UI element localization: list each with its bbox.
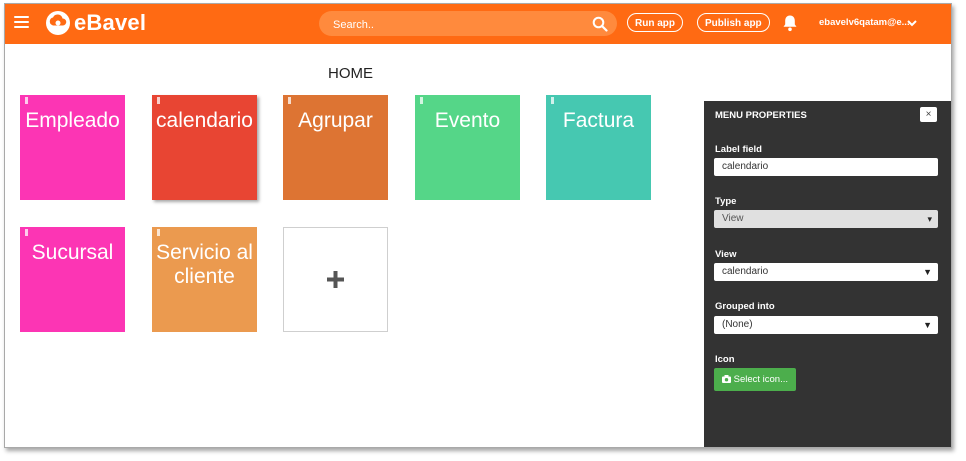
tile-flag-icon <box>551 97 554 104</box>
icon-label: Icon <box>715 354 735 365</box>
hamburger-menu-icon[interactable] <box>14 16 29 28</box>
search-bar <box>319 11 617 38</box>
tile-flag-icon <box>288 97 291 104</box>
view-value: calendario <box>722 266 769 277</box>
label-field-value: calendario <box>722 161 769 172</box>
chevron-down-icon[interactable] <box>906 17 918 29</box>
search-icon[interactable] <box>592 16 608 32</box>
select-icon-button[interactable]: Select icon... <box>714 368 796 391</box>
label-field-label: Label field <box>715 144 762 155</box>
tile-servicio-al-cliente[interactable]: Servicio al cliente <box>152 227 257 332</box>
close-panel-button[interactable]: × <box>920 107 937 122</box>
ebavel-logo-icon <box>46 11 70 35</box>
user-account-label[interactable]: ebavelv6qatam@e... <box>819 17 910 28</box>
tile-flag-icon <box>420 97 423 104</box>
app-logo-text: eBavel <box>74 10 147 35</box>
tile-sucursal[interactable]: Sucursal <box>20 227 125 332</box>
plus-icon <box>327 271 344 288</box>
top-navbar: eBavel Run app Publish app ebavelv6qatam… <box>5 4 951 44</box>
search-input[interactable] <box>331 11 585 38</box>
publish-app-button[interactable]: Publish app <box>697 13 770 32</box>
chevron-down-icon: ▼ <box>923 320 932 330</box>
view-label: View <box>715 249 737 260</box>
select-icon-label: Select icon... <box>733 374 789 385</box>
label-field-input[interactable]: calendario <box>714 158 938 176</box>
bell-icon[interactable] <box>782 14 798 32</box>
chevron-down-icon: ▼ <box>923 267 932 277</box>
tile-factura[interactable]: Factura <box>546 95 651 200</box>
tile-agrupar[interactable]: Agrupar <box>283 95 388 200</box>
page-title: HOME <box>328 65 373 82</box>
grouped-into-label: Grouped into <box>715 301 775 312</box>
camera-icon <box>721 375 731 383</box>
type-value: View <box>722 213 744 224</box>
panel-title: MENU PROPERTIES <box>715 110 807 121</box>
view-select[interactable]: calendario ▼ <box>714 263 938 281</box>
tile-evento[interactable]: Evento <box>415 95 520 200</box>
app-window: eBavel Run app Publish app ebavelv6qatam… <box>4 3 952 448</box>
grouped-into-select[interactable]: (None) ▼ <box>714 316 938 334</box>
tile-flag-icon <box>157 229 160 236</box>
tile-calendario[interactable]: calendario <box>152 95 257 200</box>
type-select[interactable]: View ▾ <box>714 210 938 228</box>
type-label: Type <box>715 196 737 207</box>
tile-label: Sucursal <box>31 241 114 264</box>
tile-label: Agrupar <box>298 109 373 132</box>
tile-label: Evento <box>434 109 501 132</box>
tile-label: Factura <box>562 109 635 132</box>
tile-empleado[interactable]: Empleado <box>20 95 125 200</box>
tile-flag-icon <box>25 229 28 236</box>
chevron-down-icon: ▾ <box>927 214 932 224</box>
tile-label: Empleado <box>25 109 120 132</box>
tile-flag-icon <box>157 97 160 104</box>
tile-label: Servicio al cliente <box>156 241 253 288</box>
tile-label: calendario <box>156 109 253 132</box>
menu-properties-panel: MENU PROPERTIES × Label field calendario… <box>704 101 951 447</box>
tile-flag-icon <box>25 97 28 104</box>
add-tile-button[interactable] <box>283 227 388 332</box>
run-app-button[interactable]: Run app <box>627 13 683 32</box>
grouped-into-value: (None) <box>722 319 753 330</box>
